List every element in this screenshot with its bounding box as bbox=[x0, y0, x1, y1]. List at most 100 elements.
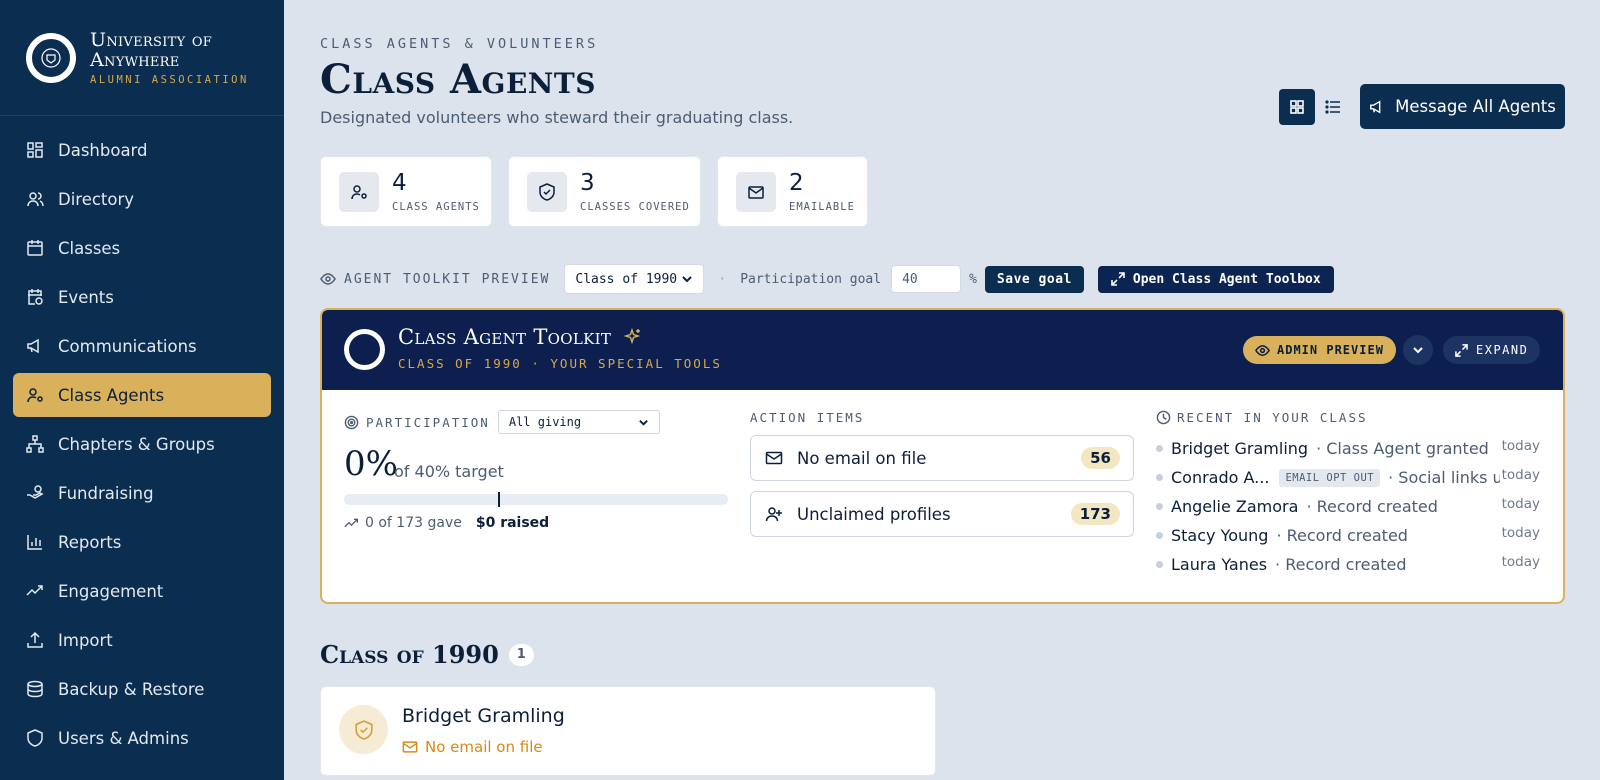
toolkit-preview-label: AGENT TOOLKIT PREVIEW bbox=[344, 271, 551, 287]
recent-action: · Record created bbox=[1276, 526, 1408, 545]
mail-icon bbox=[402, 741, 418, 753]
sidebar-item-directory[interactable]: Directory bbox=[13, 177, 271, 221]
recent-item[interactable]: Conrado A... EMAIL OPT OUT · Social link… bbox=[1156, 463, 1540, 492]
recent-item[interactable]: Bridget Gramling · Class Agent granted t… bbox=[1156, 434, 1540, 463]
bullet bbox=[1156, 445, 1163, 452]
sparkles-icon bbox=[623, 327, 641, 345]
sidebar-item-label: Dashboard bbox=[58, 140, 148, 160]
sidebar-item-chapters-groups[interactable]: Chapters & Groups bbox=[13, 422, 271, 466]
giving-filter-select[interactable]: All giving bbox=[497, 410, 660, 434]
calendar-icon bbox=[26, 239, 44, 257]
sidebar-item-fundraising[interactable]: Fundraising bbox=[13, 471, 271, 515]
trending-up-icon bbox=[26, 582, 44, 600]
participation-label: PARTICIPATION bbox=[366, 414, 490, 430]
grid-icon bbox=[1290, 100, 1304, 114]
brand-name-line2: Anywhere bbox=[90, 48, 180, 71]
goal-marker bbox=[497, 492, 500, 507]
bar-chart-icon bbox=[26, 533, 44, 551]
database-icon bbox=[26, 680, 44, 698]
open-toolbox-button[interactable]: Open Class Agent Toolbox bbox=[1097, 265, 1334, 293]
eye-icon bbox=[1255, 344, 1270, 356]
participation-section: PARTICIPATION All giving bbox=[344, 410, 728, 434]
brand-subtitle: ALUMNI ASSOCIATION bbox=[90, 73, 249, 86]
message-all-agents-button[interactable]: Message All Agents bbox=[1360, 84, 1565, 129]
sidebar-item-label: Backup & Restore bbox=[58, 679, 205, 699]
raised-amount: $0 raised bbox=[475, 515, 550, 531]
agent-card[interactable]: Bridget Gramling No email on file bbox=[320, 686, 936, 776]
participation-target: of 40% target bbox=[394, 462, 504, 481]
participation-percent: 0% bbox=[344, 444, 398, 484]
sidebar-item-label: Chapters & Groups bbox=[58, 434, 215, 454]
recent-action: · Record created bbox=[1275, 555, 1407, 574]
sidebar-item-label: Import bbox=[58, 630, 113, 650]
bullet bbox=[1156, 532, 1163, 539]
toolkit-preview-toolbar: AGENT TOOLKIT PREVIEW Class of 1990 · Pa… bbox=[320, 264, 1334, 294]
participation-goal-input[interactable]: 40 bbox=[891, 265, 962, 293]
recent-action: · Class Agent granted bbox=[1316, 439, 1489, 458]
class-select-value: Class of 1990 bbox=[575, 271, 678, 287]
toolkit-subtitle: CLASS OF 1990 · YOUR SPECIAL TOOLS bbox=[398, 356, 722, 371]
recent-item[interactable]: Angelie Zamora · Record created today bbox=[1156, 492, 1540, 521]
megaphone-icon bbox=[26, 337, 44, 355]
action-item-unclaimed-profiles[interactable]: Unclaimed profiles 173 bbox=[750, 491, 1134, 537]
chevron-down-icon bbox=[682, 276, 693, 283]
recent-item[interactable]: Laura Yanes · Record created today bbox=[1156, 550, 1540, 579]
sidebar-item-dashboard[interactable]: Dashboard bbox=[13, 128, 271, 172]
stat-label: CLASS AGENTS bbox=[392, 200, 480, 213]
university-seal-logo bbox=[26, 32, 76, 83]
grid-view-button[interactable] bbox=[1279, 89, 1315, 125]
trending-up-icon bbox=[344, 518, 358, 527]
sidebar-item-communications[interactable]: Communications bbox=[13, 324, 271, 368]
action-item-count: 173 bbox=[1070, 503, 1120, 525]
brand-name-line1: University of bbox=[90, 28, 213, 51]
list-view-button[interactable] bbox=[1315, 89, 1351, 125]
participation-summary: 0 of 173 gave $0 raised bbox=[344, 515, 549, 531]
action-item-label: No email on file bbox=[797, 448, 927, 468]
recent-name: Stacy Young bbox=[1171, 526, 1269, 545]
sidebar: University of Anywhere ALUMNI ASSOCIATIO… bbox=[0, 0, 284, 780]
brand[interactable]: University of Anywhere ALUMNI ASSOCIATIO… bbox=[0, 0, 284, 116]
expand-label: EXPAND bbox=[1476, 343, 1529, 357]
recent-action: · Social links u... bbox=[1388, 468, 1500, 487]
sidebar-item-classes[interactable]: Classes bbox=[13, 226, 271, 270]
bullet bbox=[1156, 561, 1163, 568]
bullet bbox=[1156, 474, 1163, 481]
shield-icon bbox=[26, 729, 44, 747]
save-goal-button[interactable]: Save goal bbox=[984, 265, 1084, 293]
sidebar-nav: Dashboard Directory Classes Events Commu… bbox=[0, 116, 284, 760]
sidebar-item-users-admins[interactable]: Users & Admins bbox=[13, 716, 271, 760]
admin-preview-badge[interactable]: ADMIN PREVIEW bbox=[1243, 336, 1396, 364]
agent-name: Bridget Gramling bbox=[402, 705, 565, 727]
sidebar-item-events[interactable]: Events bbox=[13, 275, 271, 319]
participation-progress-bar bbox=[344, 492, 728, 507]
sidebar-item-label: Directory bbox=[58, 189, 135, 209]
list-icon bbox=[1325, 100, 1340, 114]
sidebar-item-engagement[interactable]: Engagement bbox=[13, 569, 271, 613]
participation-goal-label: Participation goal bbox=[740, 271, 882, 287]
recent-action: · Record created bbox=[1306, 497, 1438, 516]
user-plus-icon bbox=[765, 507, 782, 522]
mail-warning-icon bbox=[765, 451, 783, 465]
shield-check-icon bbox=[339, 705, 388, 754]
recent-item[interactable]: Stacy Young · Record created today bbox=[1156, 521, 1540, 550]
stats-row: 4 CLASS AGENTS 3 CLASSES COVERED 2 EMAILABL… bbox=[320, 156, 884, 227]
sidebar-item-label: Class Agents bbox=[58, 385, 165, 405]
percent-symbol: % bbox=[969, 271, 977, 287]
sidebar-item-import[interactable]: Import bbox=[13, 618, 271, 662]
recent-name: Laura Yanes bbox=[1171, 555, 1268, 574]
sidebar-item-class-agents[interactable]: Class Agents bbox=[13, 373, 271, 417]
collapse-toggle-button[interactable] bbox=[1403, 335, 1433, 365]
class-select[interactable]: Class of 1990 bbox=[564, 264, 705, 294]
agent-email-status: No email on file bbox=[402, 738, 543, 756]
sidebar-item-reports[interactable]: Reports bbox=[13, 520, 271, 564]
recent-time: today bbox=[1501, 525, 1540, 541]
hand-coins-icon bbox=[26, 484, 44, 502]
eye-icon bbox=[320, 273, 336, 285]
action-item-no-email[interactable]: No email on file 56 bbox=[750, 435, 1134, 481]
chevron-down-icon bbox=[639, 419, 648, 426]
toolkit-header: Class Agent Toolkit CLASS OF 1990 · YOUR… bbox=[322, 310, 1563, 390]
class-section-title-text: Class of 1990 bbox=[320, 640, 499, 669]
sidebar-item-backup-restore[interactable]: Backup & Restore bbox=[13, 667, 271, 711]
separator: · bbox=[718, 271, 727, 287]
expand-button[interactable]: EXPAND bbox=[1443, 336, 1541, 364]
